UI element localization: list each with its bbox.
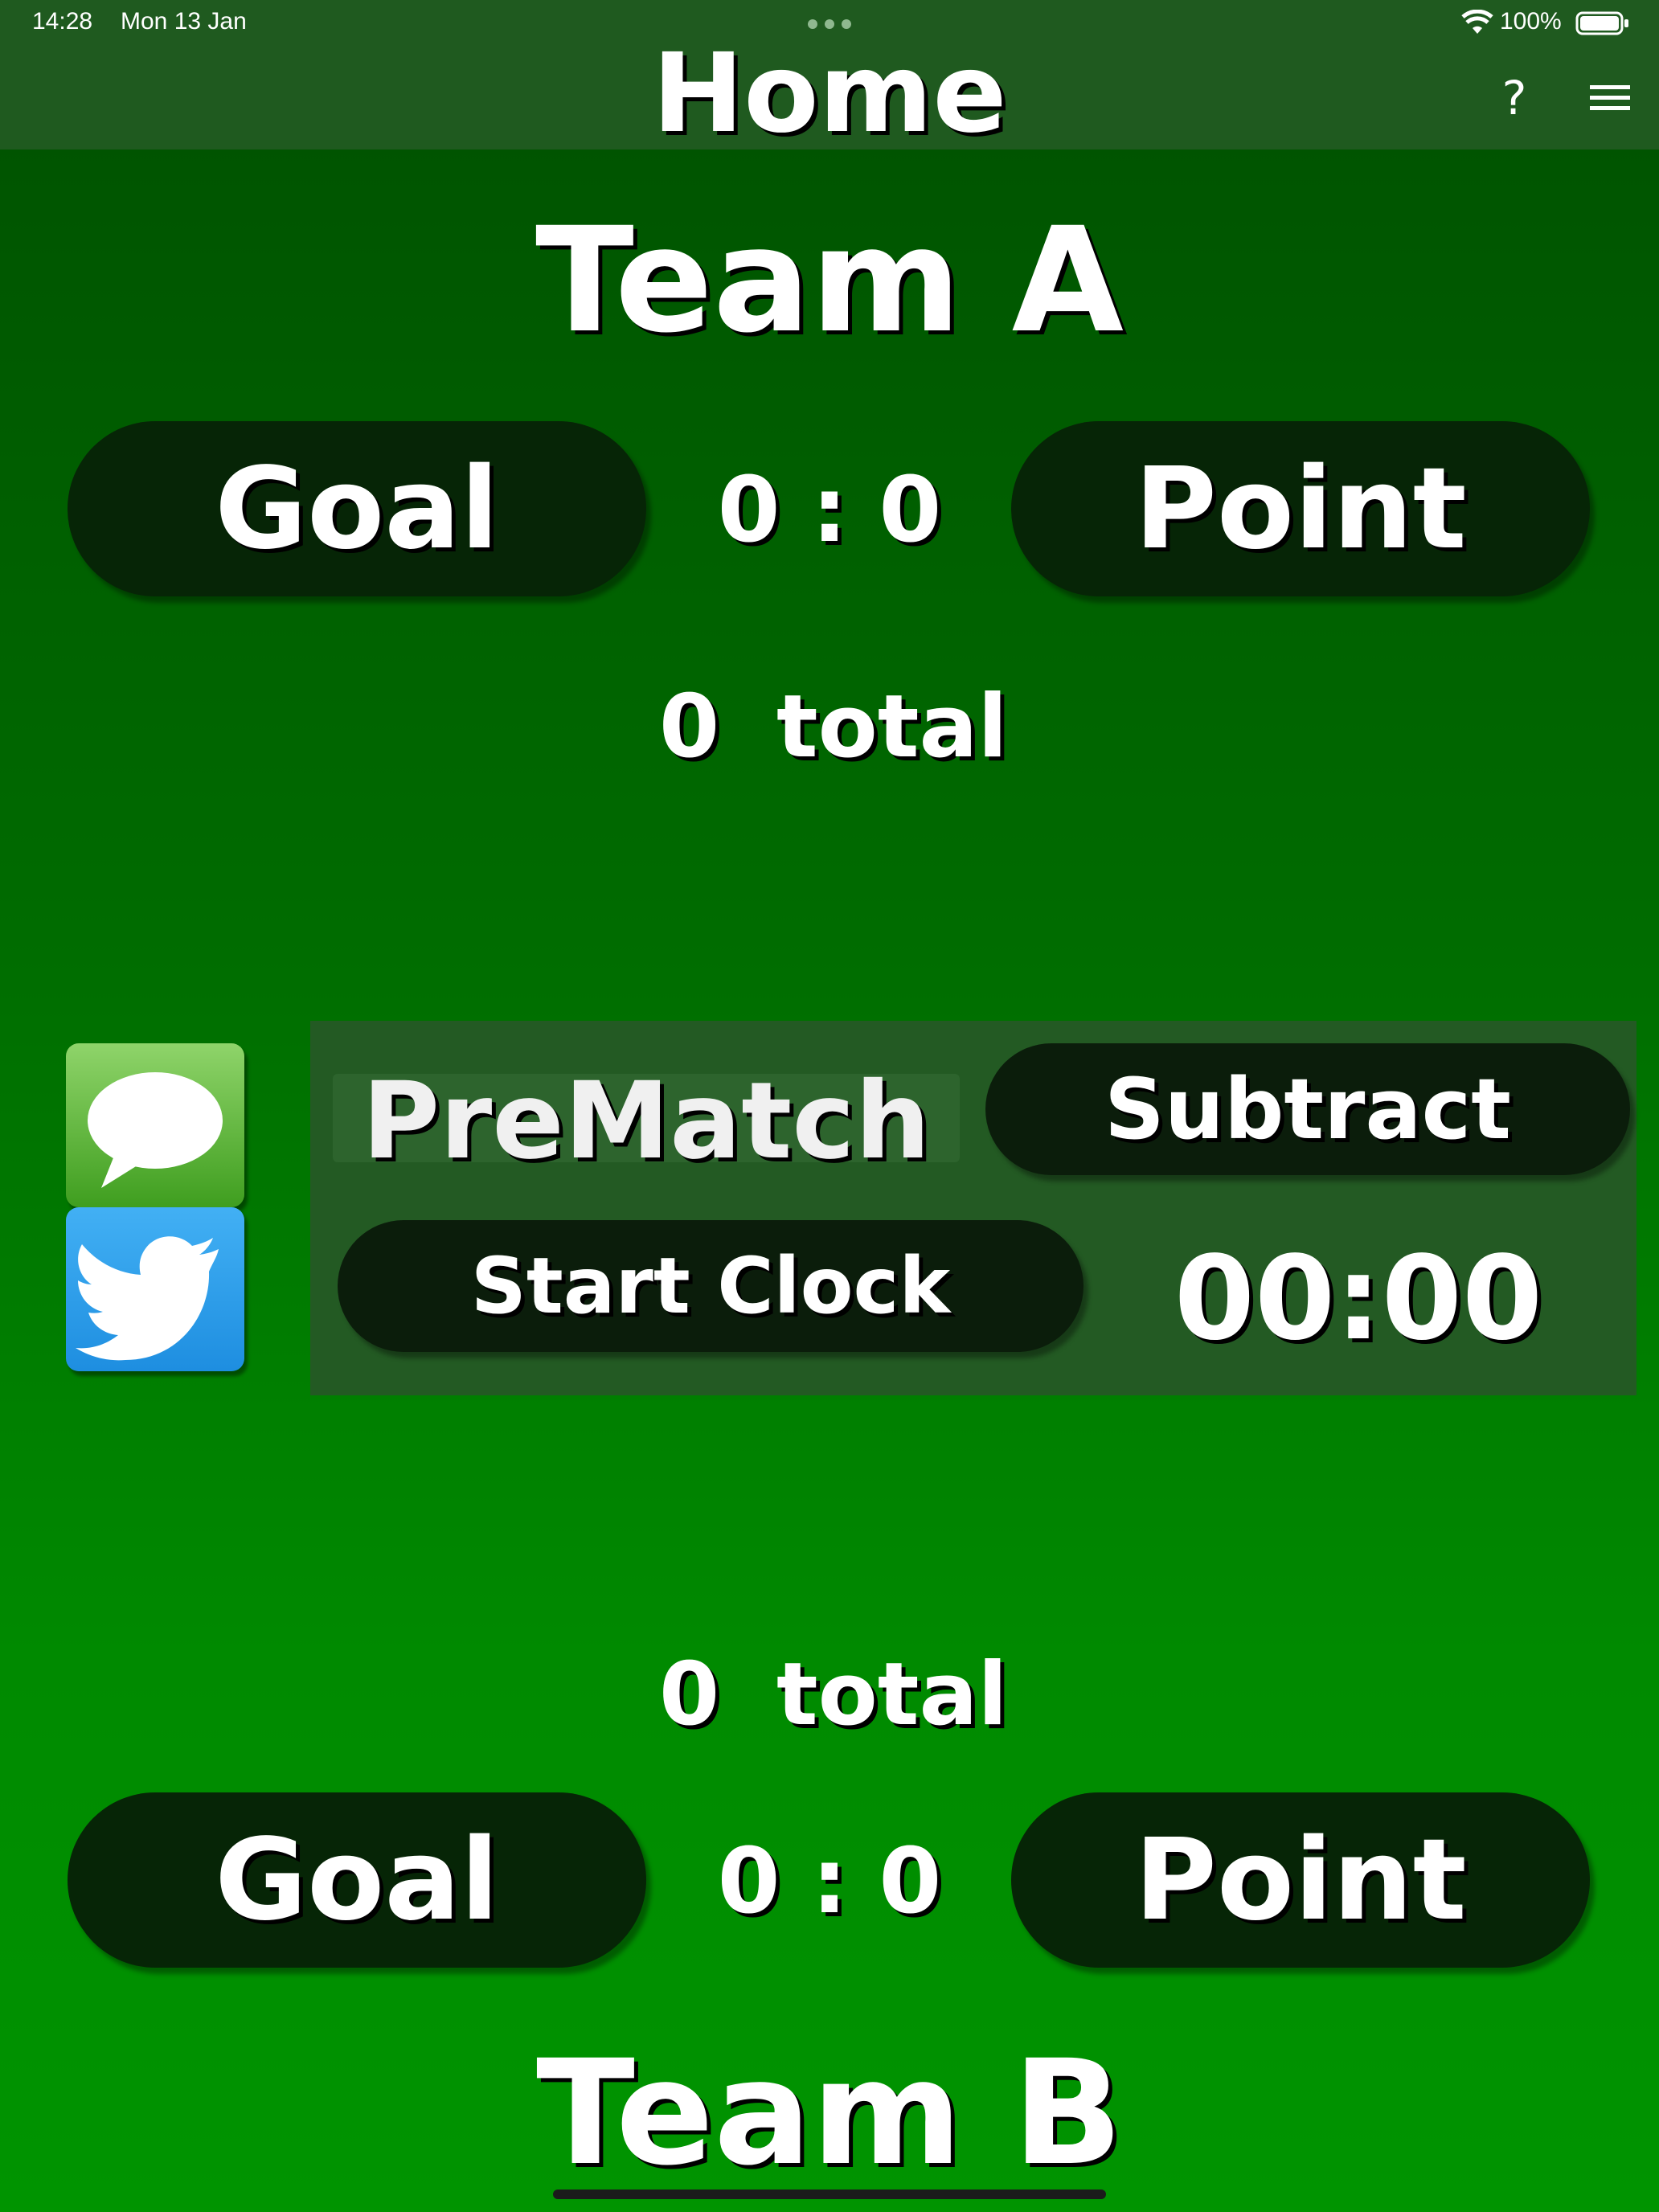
- messages-icon[interactable]: [66, 1043, 244, 1207]
- team-a-goal-button[interactable]: Goal: [68, 421, 646, 596]
- home-indicator: [553, 2189, 1106, 2199]
- menu-icon[interactable]: [1590, 84, 1630, 113]
- team-b-total-label: total: [776, 1645, 1008, 1745]
- status-time: 14:28: [32, 8, 93, 35]
- team-b-total-value: 0: [659, 1645, 720, 1745]
- subtract-button[interactable]: Subtract: [985, 1043, 1630, 1175]
- team-b-name[interactable]: Team B: [0, 2034, 1659, 2194]
- match-clock: 00:00: [1174, 1231, 1543, 1366]
- team-a-total-label: total: [776, 677, 1008, 777]
- battery-percent: 100%: [1500, 8, 1562, 35]
- team-b-score: 0 : 0: [717, 1829, 942, 1934]
- team-a-score: 0 : 0: [717, 458, 942, 563]
- twitter-icon[interactable]: [66, 1207, 244, 1371]
- status-date: Mon 13 Jan: [121, 8, 247, 35]
- team-a-point-button[interactable]: Point: [1011, 421, 1590, 596]
- team-a-name[interactable]: Team A: [0, 201, 1659, 362]
- match-phase: PreMatch: [362, 1059, 931, 1183]
- start-clock-button[interactable]: Start Clock: [338, 1220, 1083, 1352]
- team-a-total-value: 0: [659, 677, 720, 777]
- help-button[interactable]: ?: [1497, 71, 1532, 125]
- team-b-point-button[interactable]: Point: [1011, 1792, 1590, 1968]
- team-b-goal-button[interactable]: Goal: [68, 1792, 646, 1968]
- page-title: Home: [652, 31, 1007, 158]
